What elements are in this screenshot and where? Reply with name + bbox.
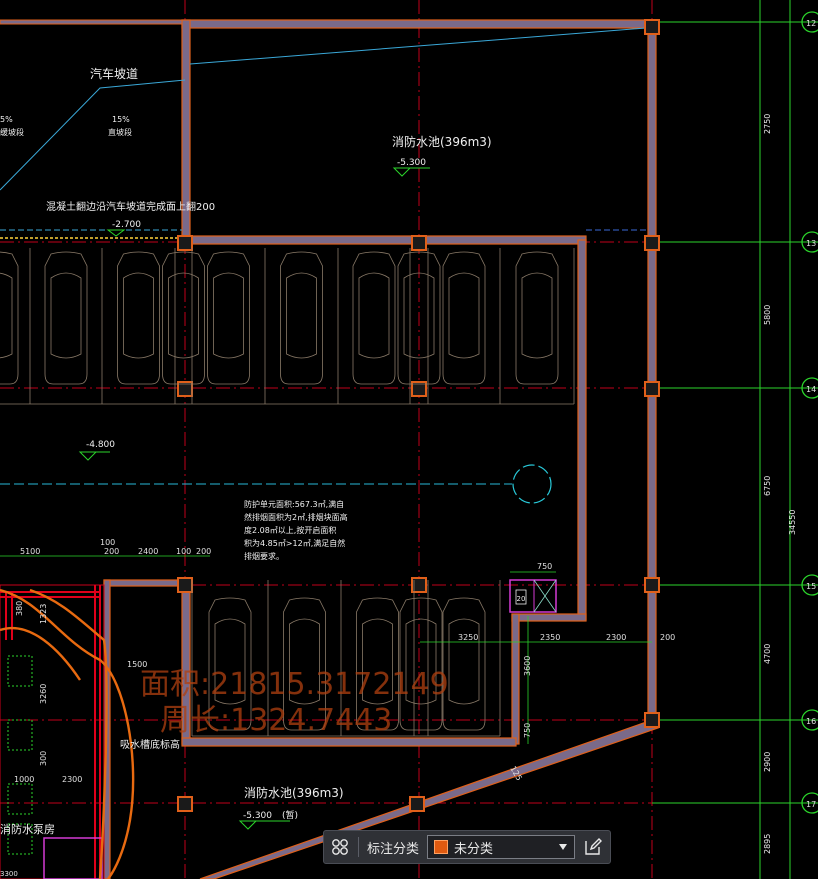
toolbar-divider	[358, 837, 359, 857]
dim-r-total: 34550	[788, 510, 797, 535]
dim-l-5: 3600	[523, 656, 532, 676]
fire-pool-top-label: 消防水池(396m3)	[392, 134, 492, 149]
dim-r-6: 2895	[763, 834, 772, 854]
dim-r-4: 4700	[763, 644, 772, 664]
dim-l-6: 750	[523, 723, 532, 738]
dim-m-6: 200	[196, 547, 211, 556]
grid-view-icon[interactable]	[330, 837, 350, 857]
category-select-value: 未分类	[454, 841, 494, 857]
fire-pool-bottom-label: 消防水池(396m3)	[244, 785, 344, 800]
dim-l-3: 2300	[606, 633, 626, 642]
dim-l-2: 2350	[540, 633, 560, 642]
dim-m-5: 100	[176, 547, 191, 556]
note-line-4: 积为4.85㎡>12㎡,满足自然	[244, 538, 345, 548]
annotation-toolbar: 标注分类 未分类	[323, 830, 611, 864]
dim-l-11: 300	[39, 751, 48, 766]
axis-15: 15	[806, 582, 816, 591]
slope-left-label: 缓坡段	[0, 127, 24, 137]
dim-r-1: 2750	[763, 114, 772, 134]
dim-l-15: 3300	[0, 870, 18, 878]
dim-l-10: 3260	[39, 684, 48, 704]
dim-l-8: 1000	[14, 775, 34, 784]
dim-l-1: 3250	[458, 633, 478, 642]
axis-17: 17	[806, 800, 816, 809]
slope-mid: 15%	[112, 115, 130, 124]
fire-pool-top-elev: -5.300	[397, 158, 426, 168]
slope-mid-label: 直坡段	[108, 127, 132, 137]
slope-left: 5%	[0, 115, 13, 124]
dim-l-9: 2300	[62, 775, 82, 784]
fire-pool-bottom-elev: -5.300	[243, 811, 272, 821]
note-line-2: 然排烟面积为2㎡,排烟块面高	[244, 512, 348, 522]
axis-13: 13	[806, 239, 816, 248]
chevron-down-icon	[559, 844, 568, 850]
dim-m-1: 5100	[20, 547, 40, 556]
note-line-1: 防护单元面积:567.3㎡,满自	[244, 499, 344, 509]
axis-16: 16	[806, 717, 816, 726]
dim-l-12: 380	[15, 601, 24, 616]
dim-l-4: 200	[660, 633, 675, 642]
dim-l-7: 1500	[127, 660, 147, 669]
note-line-3: 度2.08㎡以上,按开启面积	[244, 525, 336, 535]
floor-elev: -4.800	[86, 440, 115, 450]
annotation-category-label: 标注分类	[367, 841, 420, 857]
dim-r-5: 2900	[763, 752, 772, 772]
dim-l-13: 1323	[39, 604, 48, 624]
dim-m-3: 200	[104, 547, 119, 556]
cad-drawing-canvas[interactable]: 20 面积:21815.3172149 周长:1324.7443 汽车坡道 消防…	[0, 0, 818, 879]
perimeter-watermark: 周长:1324.7443	[160, 703, 392, 738]
suction-label: 吸水槽底标高	[120, 738, 180, 751]
dim-m-2: 100	[100, 538, 115, 547]
ramp-label: 汽车坡道	[90, 66, 138, 81]
dim-r-3: 6750	[763, 476, 772, 496]
ramp-elev: -2.700	[112, 220, 141, 230]
edit-icon[interactable]	[583, 837, 603, 857]
room-code: 20	[517, 595, 526, 603]
fire-pool-bottom-note: (暂)	[282, 809, 298, 821]
axis-14: 14	[806, 385, 816, 394]
dim-m-4: 2400	[138, 547, 158, 556]
dim-room-width: 750	[537, 562, 552, 571]
ramp-note: 混凝土翻边沿汽车坡道完成面上翻200	[46, 200, 215, 213]
dim-r-2: 5800	[763, 305, 772, 325]
axis-12: 12	[806, 19, 816, 28]
note-line-5: 排烟要求。	[244, 551, 284, 561]
category-color-swatch	[434, 840, 449, 854]
area-watermark: 面积:21815.3172149	[140, 667, 449, 702]
category-select[interactable]: 未分类	[427, 835, 576, 859]
pump-room-label: 消防水泵房	[0, 822, 55, 836]
